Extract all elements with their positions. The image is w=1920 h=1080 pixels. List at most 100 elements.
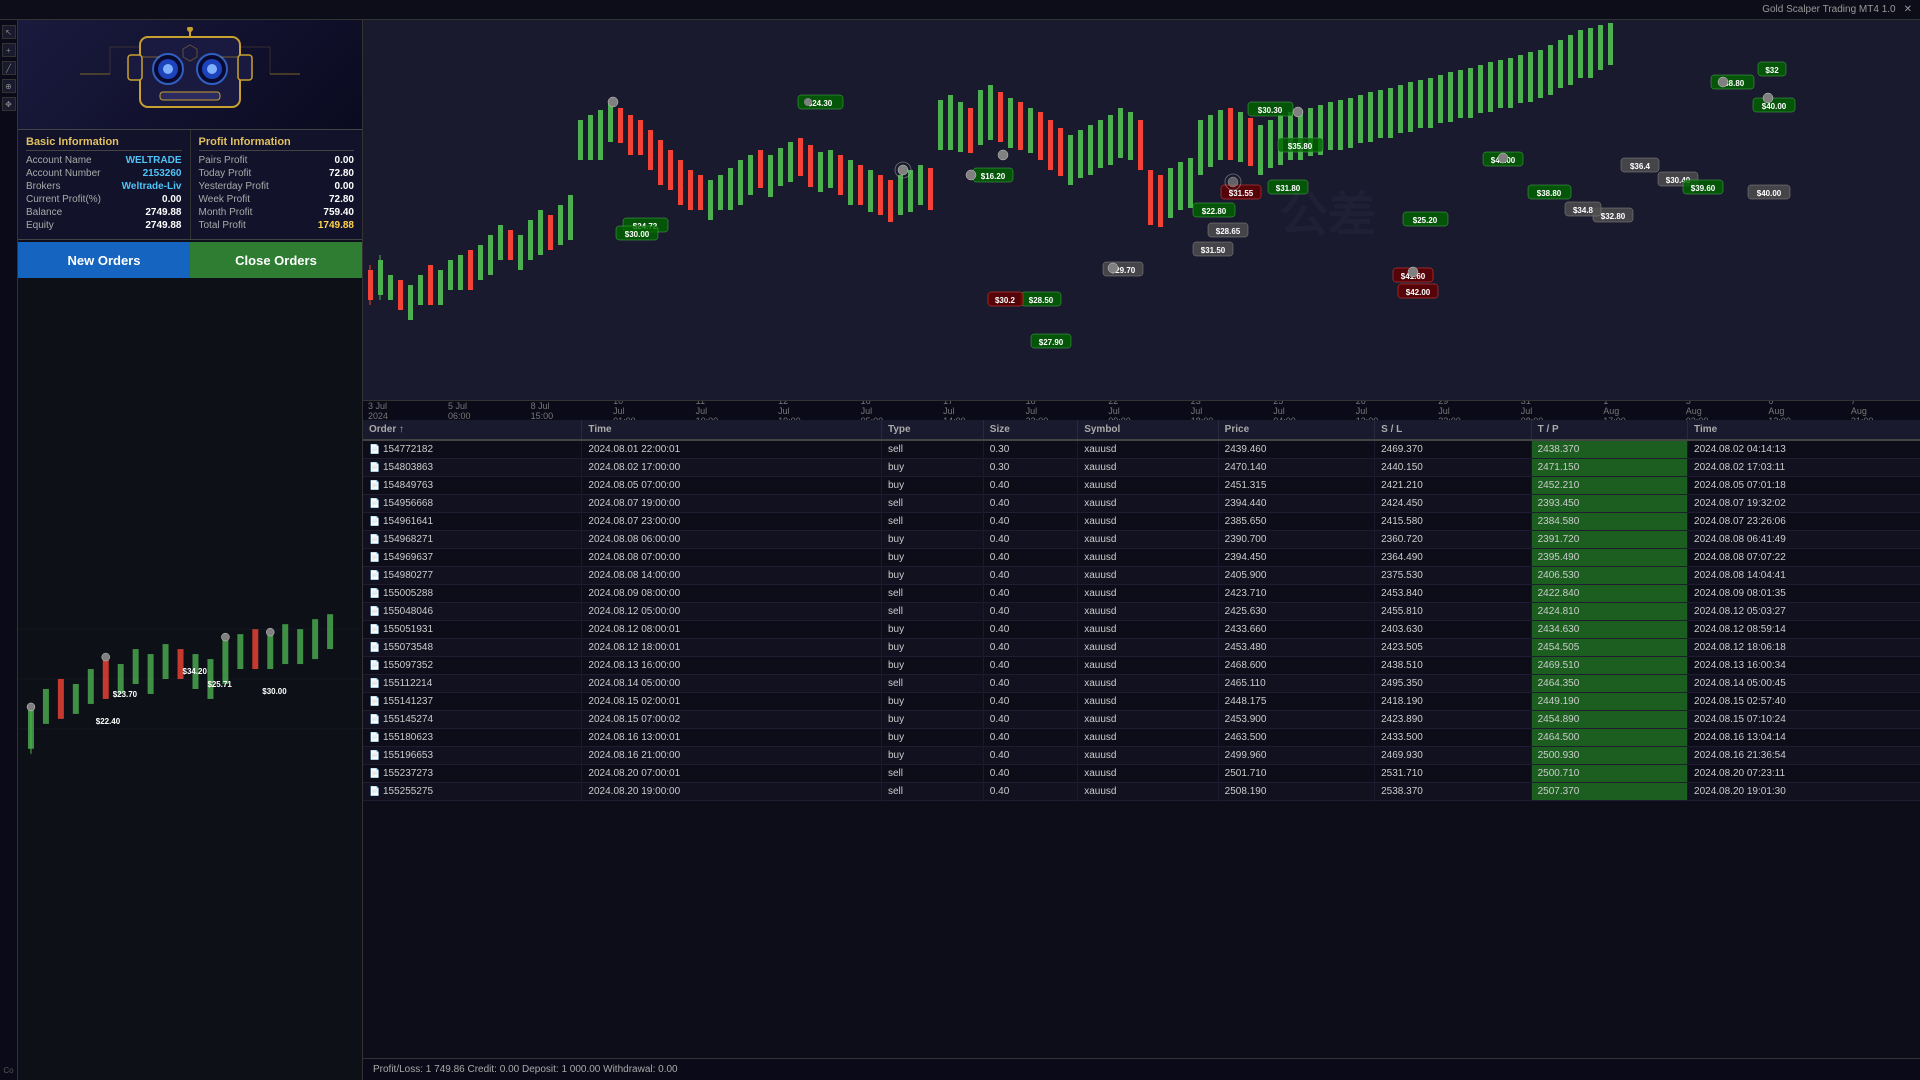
basic-info-row: Account NameWELTRADE: [26, 155, 182, 166]
profit-info-panel: Profit Information Pairs Profit0.00Today…: [191, 130, 363, 239]
cell-open-time: 2024.08.08 07:00:00: [582, 549, 882, 567]
cell-tp: 2507.370: [1531, 783, 1687, 801]
cell-close-time: 2024.08.08 06:41:49: [1688, 531, 1920, 549]
cell-size: 0.40: [983, 603, 1077, 621]
cell-type: buy: [881, 621, 983, 639]
info-value: 0.00: [162, 194, 181, 205]
col-order: Order ↑: [363, 420, 582, 440]
cell-size: 0.40: [983, 675, 1077, 693]
basic-info-row: Balance 2749.88: [26, 207, 182, 218]
cell-size: 0.40: [983, 729, 1077, 747]
cell-sl: 2375.530: [1375, 567, 1531, 585]
toolbar-cursor[interactable]: ↖: [2, 25, 16, 39]
order-icon: 📄: [369, 570, 380, 580]
cell-price: 2463.500: [1218, 729, 1374, 747]
toolbar-line[interactable]: ╱: [2, 61, 16, 75]
cell-open-time: 2024.08.07 19:00:00: [582, 495, 882, 513]
table-row: 📄 155180623 2024.08.16 13:00:01 buy 0.40…: [363, 729, 1920, 747]
info-value: 1749.88: [318, 220, 354, 231]
order-icon: 📄: [369, 678, 380, 688]
cell-order: 📄 155141237: [363, 693, 582, 711]
cell-price: 2405.900: [1218, 567, 1374, 585]
cell-close-time: 2024.08.09 08:01:35: [1688, 585, 1920, 603]
cell-open-time: 2024.08.08 14:00:00: [582, 567, 882, 585]
cell-size: 0.40: [983, 765, 1077, 783]
cell-type: sell: [881, 783, 983, 801]
cell-open-time: 2024.08.20 19:00:00: [582, 783, 882, 801]
table-row: 📄 155145274 2024.08.15 07:00:02 buy 0.40…: [363, 711, 1920, 729]
order-icon: 📄: [369, 624, 380, 634]
order-icon: 📄: [369, 534, 380, 544]
cell-tp: 2438.370: [1531, 440, 1687, 459]
table-row: 📄 154772182 2024.08.01 22:00:01 sell 0.3…: [363, 440, 1920, 459]
svg-text:$36.4: $36.4: [1630, 162, 1651, 171]
table-row: 📄 155097352 2024.08.13 16:00:00 buy 0.40…: [363, 657, 1920, 675]
cell-symbol: xauusd: [1078, 477, 1218, 495]
toolbar-zoom[interactable]: ⊕: [2, 79, 16, 93]
left-toolbar: ↖ + ╱ ⊕ ✥ Co: [0, 20, 18, 1080]
table-header-row: Order ↑ Time Type Size Symbol Price S / …: [363, 420, 1920, 440]
cell-open-time: 2024.08.15 02:00:01: [582, 693, 882, 711]
cell-sl: 2455.810: [1375, 603, 1531, 621]
cell-price: 2453.900: [1218, 711, 1374, 729]
cell-size: 0.30: [983, 459, 1077, 477]
close-orders-button[interactable]: Close Orders: [190, 242, 362, 278]
svg-text:$32: $32: [1765, 66, 1779, 75]
cell-sl: 2421.210: [1375, 477, 1531, 495]
info-label: Balance: [26, 207, 62, 218]
cell-open-time: 2024.08.01 22:00:01: [582, 440, 882, 459]
cell-open-time: 2024.08.15 07:00:02: [582, 711, 882, 729]
new-orders-button[interactable]: New Orders: [18, 242, 190, 278]
cell-type: buy: [881, 459, 983, 477]
info-value: 2153260: [143, 168, 182, 179]
cell-tp: 2471.150: [1531, 459, 1687, 477]
col-close-time: Time: [1688, 420, 1920, 440]
svg-text:$25.71: $25.71: [207, 680, 232, 689]
time-label: 1 Aug 17:00: [1603, 400, 1626, 420]
cell-price: 2448.175: [1218, 693, 1374, 711]
cell-sl: 2438.510: [1375, 657, 1531, 675]
info-value: Weltrade-Liv: [122, 181, 182, 192]
svg-text:$38.80: $38.80: [1537, 189, 1562, 198]
cell-price: 2508.190: [1218, 783, 1374, 801]
svg-text:$22.40: $22.40: [96, 717, 121, 726]
cell-price: 2468.600: [1218, 657, 1374, 675]
info-value: 2749.88: [145, 207, 181, 218]
svg-text:$30.30: $30.30: [1258, 106, 1283, 115]
cell-order: 📄 155112214: [363, 675, 582, 693]
cell-price: 2394.450: [1218, 549, 1374, 567]
cell-type: sell: [881, 765, 983, 783]
svg-text:$28.65: $28.65: [1216, 227, 1241, 236]
toolbar-move[interactable]: ✥: [2, 97, 16, 111]
cell-order: 📄 154980277: [363, 567, 582, 585]
cell-open-time: 2024.08.09 08:00:00: [582, 585, 882, 603]
cell-symbol: xauusd: [1078, 783, 1218, 801]
cell-order: 📄 154961641: [363, 513, 582, 531]
cell-order: 📄 155005288: [363, 585, 582, 603]
right-panel: 公差: [363, 20, 1920, 1080]
table-row: 📄 155237273 2024.08.20 07:00:01 sell 0.4…: [363, 765, 1920, 783]
cell-sl: 2469.370: [1375, 440, 1531, 459]
cell-open-time: 2024.08.02 17:00:00: [582, 459, 882, 477]
cell-close-time: 2024.08.20 07:23:11: [1688, 765, 1920, 783]
profit-info-row: Month Profit759.40: [199, 207, 355, 218]
cell-tp: 2384.580: [1531, 513, 1687, 531]
info-label: Total Profit: [199, 220, 246, 231]
cell-size: 0.40: [983, 477, 1077, 495]
svg-text:$27.90: $27.90: [1039, 338, 1064, 347]
table-row: 📄 155051931 2024.08.12 08:00:01 buy 0.40…: [363, 621, 1920, 639]
chart-with-scale: 公差: [363, 20, 1920, 400]
cell-close-time: 2024.08.16 21:36:54: [1688, 747, 1920, 765]
cell-symbol: xauusd: [1078, 657, 1218, 675]
cell-close-time: 2024.08.02 17:03:11: [1688, 459, 1920, 477]
cell-open-time: 2024.08.08 06:00:00: [582, 531, 882, 549]
cell-close-time: 2024.08.07 23:26:06: [1688, 513, 1920, 531]
table-area[interactable]: Order ↑ Time Type Size Symbol Price S / …: [363, 420, 1920, 1058]
close-button[interactable]: ✕: [1904, 4, 1912, 15]
cell-sl: 2440.150: [1375, 459, 1531, 477]
svg-text:$30.00: $30.00: [625, 230, 650, 239]
svg-text:$25.20: $25.20: [1413, 216, 1438, 225]
toolbar-crosshair[interactable]: +: [2, 43, 16, 57]
cell-tp: 2500.710: [1531, 765, 1687, 783]
time-label: 31 Jul 08:00: [1521, 400, 1544, 420]
